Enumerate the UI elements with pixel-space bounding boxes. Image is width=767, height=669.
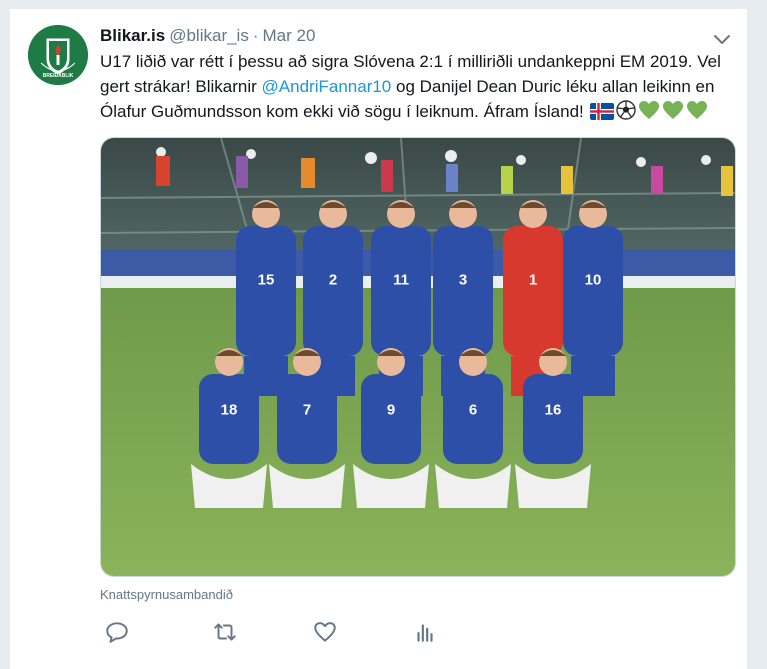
shirt-number: 16 <box>545 402 562 419</box>
shirt-number: 7 <box>303 402 311 419</box>
team-photo[interactable]: 15 2 11 3 1 10 18 7 9 6 16 <box>100 137 736 577</box>
tweet-date[interactable]: Mar 20 <box>263 26 316 45</box>
analytics-icon[interactable] <box>412 619 440 647</box>
shirt-number: 1 <box>529 272 537 289</box>
tweet-header: Blikar.is @blikar_is · Mar 20 <box>100 25 315 47</box>
user-handle[interactable]: @blikar_is <box>169 26 249 45</box>
reply-icon[interactable] <box>104 619 132 647</box>
team-photo-image: 15 2 11 3 1 10 18 7 9 6 16 <box>101 138 735 576</box>
separator-dot: · <box>252 26 259 45</box>
shirt-number: 3 <box>459 272 467 289</box>
iceland-flag-icon <box>590 102 615 127</box>
shirt-number: 9 <box>387 402 395 419</box>
green-heart-icon <box>662 100 684 127</box>
like-icon[interactable] <box>312 619 340 647</box>
tweet-text: U17 liðið var rétt í þessu að sigra Slóv… <box>100 49 738 127</box>
shirt-number: 18 <box>221 402 238 419</box>
tweet-card[interactable]: BREIÐABLIK Blikar.is @blikar_is · Mar 20 U1… <box>10 8 747 669</box>
shirt-number: 6 <box>469 402 477 419</box>
page: BREIÐABLIK Blikar.is @blikar_is · Mar 20 U1… <box>0 0 767 669</box>
retweet-icon[interactable] <box>212 619 240 647</box>
avatar[interactable]: BREIÐABLIK <box>28 25 88 85</box>
shirt-number: 11 <box>393 272 409 289</box>
chevron-down-icon[interactable] <box>710 29 734 49</box>
shirt-number: 2 <box>329 272 337 289</box>
avatar-label: BREIÐABLIK <box>43 73 74 79</box>
shirt-number: 10 <box>585 272 602 289</box>
green-heart-icon <box>638 100 660 127</box>
shirt-number: 15 <box>258 272 275 289</box>
soccer-ball-icon <box>616 100 637 127</box>
photo-credit[interactable]: Knattspyrnusambandið <box>100 587 233 602</box>
tweet-actions <box>100 619 520 647</box>
scrollbar[interactable] <box>748 0 767 656</box>
mention-link[interactable]: @AndriFannar10 <box>262 77 392 96</box>
display-name[interactable]: Blikar.is <box>100 26 165 45</box>
green-heart-icon <box>686 100 708 127</box>
breidablik-crest-icon: BREIÐABLIK <box>28 25 88 85</box>
